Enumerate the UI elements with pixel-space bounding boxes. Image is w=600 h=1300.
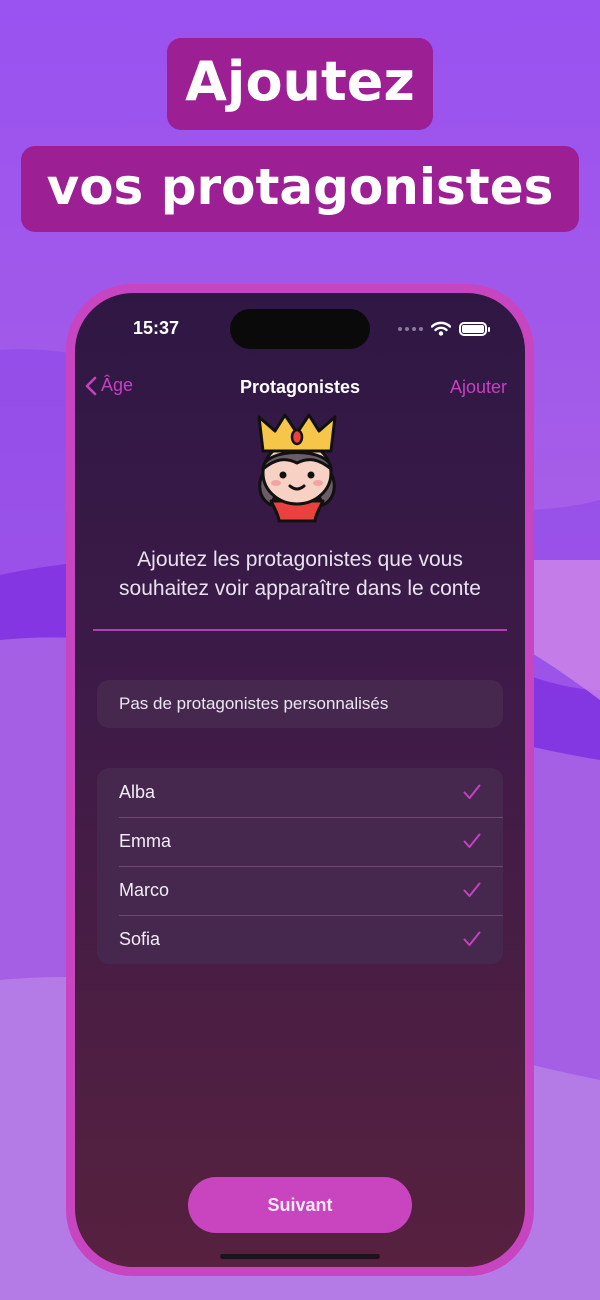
checkmark-icon xyxy=(463,784,481,799)
wifi-icon xyxy=(431,321,451,336)
status-icons xyxy=(398,321,490,336)
dynamic-island xyxy=(230,309,370,349)
headline-text-1: Ajoutez xyxy=(167,38,433,130)
protagonist-item-emma[interactable]: Emma xyxy=(97,817,503,866)
headline-text-2: vos protagonistes xyxy=(20,146,580,232)
add-button[interactable]: Ajouter xyxy=(450,377,507,398)
instruction-text: Ajoutez les protagonistes que vous souha… xyxy=(119,548,481,600)
section-divider xyxy=(93,629,507,631)
status-bar: 15:37 xyxy=(75,293,525,363)
protagonist-name: Sofia xyxy=(119,929,161,949)
checkmark-icon xyxy=(463,833,481,848)
protagonist-name: Alba xyxy=(119,782,156,802)
protagonist-item-marco[interactable]: Marco xyxy=(97,866,503,915)
phone-frame: 15:37 Âge Protagonistes Ajouter Ajoutez … xyxy=(66,284,534,1276)
protagonist-name: Emma xyxy=(119,831,172,851)
headline-line-1: Ajoutez xyxy=(0,38,600,130)
next-button[interactable]: Suivant xyxy=(188,1177,412,1233)
phone-screen: 15:37 Âge Protagonistes Ajouter Ajoutez … xyxy=(75,293,525,1267)
protagonist-item-sofia[interactable]: Sofia xyxy=(97,915,503,964)
protagonist-item-alba[interactable]: Alba xyxy=(97,768,503,817)
protagonist-name: Marco xyxy=(119,880,170,900)
cellular-signal-icon xyxy=(398,326,423,331)
princess-icon xyxy=(257,413,337,523)
protagonist-list: Alba Emma Marco Sofia xyxy=(97,768,503,964)
navigation-bar: Âge Protagonistes Ajouter xyxy=(75,367,525,413)
status-time: 15:37 xyxy=(133,318,180,338)
battery-icon xyxy=(459,321,490,336)
home-indicator xyxy=(220,1254,380,1259)
checkmark-icon xyxy=(463,882,481,897)
no-custom-protagonists-message: Pas de protagonistes personnalisés xyxy=(97,680,503,728)
headline-line-2: vos protagonistes xyxy=(0,146,600,232)
checkmark-icon xyxy=(463,931,481,946)
